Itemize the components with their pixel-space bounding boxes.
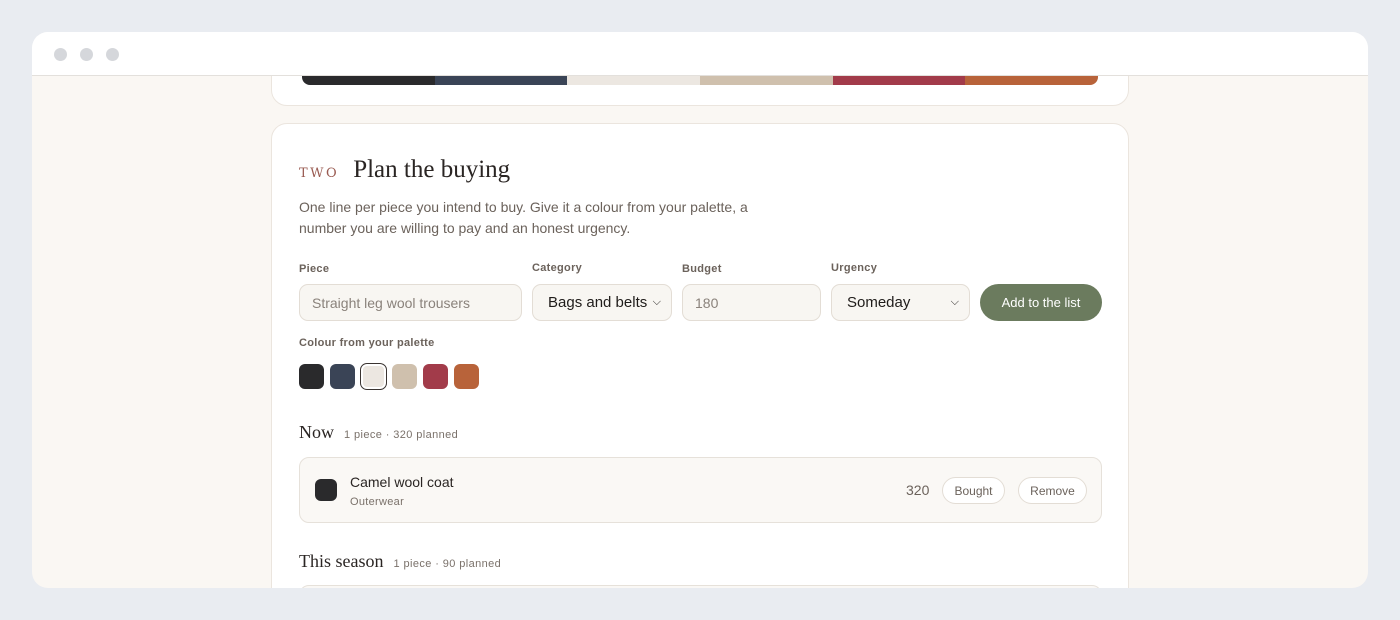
page-title: Plan the buying	[353, 156, 511, 183]
item-category: Outerwear	[350, 496, 405, 508]
palette-strip-segment	[832, 75, 966, 85]
item-colour-swatch	[315, 479, 337, 501]
section-now-heading: Now 1 piece · 320 planned	[299, 422, 458, 443]
palette-strip-segment	[434, 75, 568, 85]
window-minimize-dot[interactable]	[80, 48, 93, 61]
category-select[interactable]: Bags and belts ⌵	[532, 284, 672, 321]
plan-buying-card: TWO Plan the buying One line per piece y…	[271, 123, 1129, 588]
colour-label: Colour from your palette	[299, 337, 435, 349]
budget-input[interactable]: 180	[682, 284, 821, 321]
colour-swatch[interactable]	[454, 364, 479, 389]
palette-strip-segment	[302, 75, 435, 85]
section-summary: 1 piece · 320 planned	[344, 429, 459, 441]
title-bar	[32, 32, 1368, 76]
window-close-dot[interactable]	[54, 48, 67, 61]
section-this-season-heading: This season 1 piece · 90 planned	[299, 551, 501, 572]
budget-label: Budget	[682, 263, 722, 275]
remove-button[interactable]: Remove	[1018, 477, 1087, 504]
section-summary: 1 piece · 90 planned	[393, 558, 502, 570]
section-title: Now	[299, 422, 334, 442]
item-name: Camel wool coat	[350, 474, 454, 490]
chevron-down-icon: ⌵	[950, 296, 959, 308]
palette-strip-segment	[567, 75, 701, 85]
palette-strip	[302, 75, 1098, 85]
palette-strip-segment	[965, 75, 1098, 85]
piece-label: Piece	[299, 263, 330, 275]
step-label: TWO	[299, 166, 340, 181]
colour-swatch[interactable]	[330, 364, 355, 389]
window-maximize-dot[interactable]	[106, 48, 119, 61]
colour-swatch[interactable]	[360, 363, 387, 390]
urgency-select[interactable]: Someday ⌵	[831, 284, 970, 321]
list-item	[299, 585, 1102, 588]
bought-button[interactable]: Bought	[942, 477, 1005, 504]
item-price: 320	[906, 482, 930, 498]
urgency-select-value: Someday	[847, 294, 911, 311]
colour-swatch[interactable]	[423, 364, 448, 389]
browser-window: TWO Plan the buying One line per piece y…	[32, 32, 1368, 588]
category-select-value: Bags and belts	[548, 294, 648, 311]
section-description: One line per piece you intend to buy. Gi…	[299, 199, 748, 236]
category-label: Category	[532, 262, 583, 274]
section-heading: TWO Plan the buying	[299, 156, 510, 184]
urgency-label: Urgency	[831, 262, 878, 274]
section-title: This season	[299, 551, 384, 571]
chevron-down-icon: ⌵	[652, 296, 661, 308]
colour-swatch[interactable]	[299, 364, 324, 389]
add-to-list-button[interactable]: Add to the list	[980, 284, 1102, 321]
palette-strip-segment	[700, 75, 833, 85]
colour-swatch[interactable]	[392, 364, 417, 389]
list-item: Camel wool coat Outerwear 320 Bought Rem…	[299, 457, 1102, 523]
piece-input[interactable]: Straight leg wool trousers	[299, 284, 522, 321]
